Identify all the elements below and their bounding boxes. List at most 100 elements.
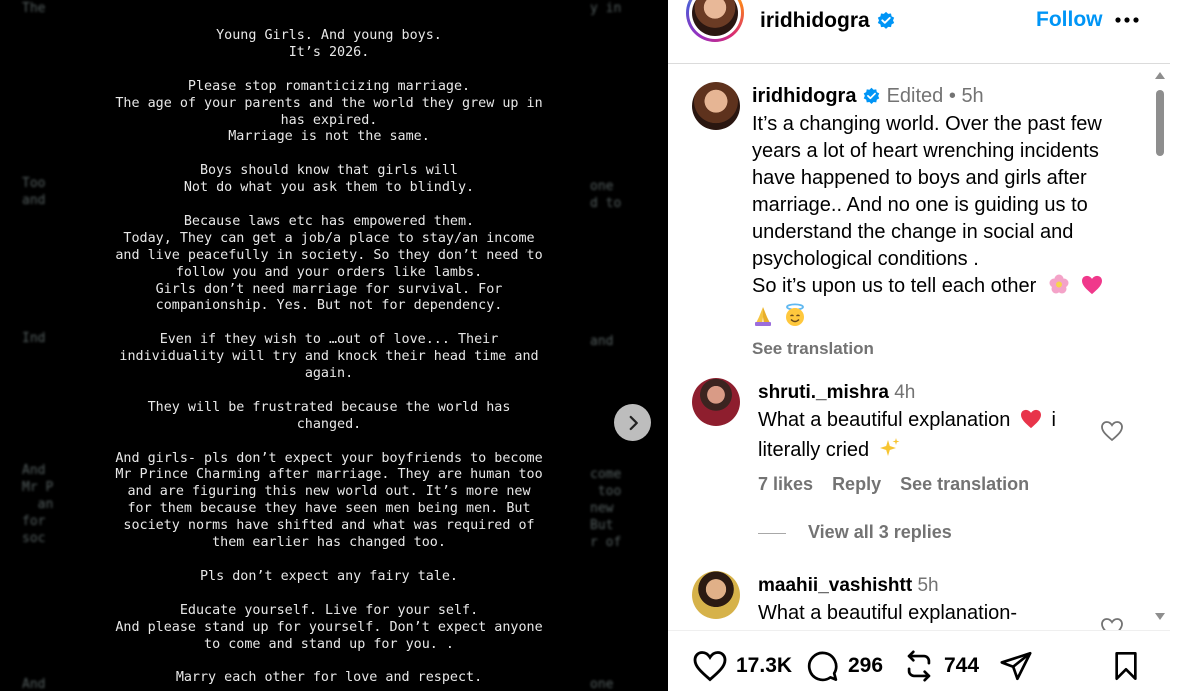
ghost-text: And xyxy=(22,677,46,691)
media-line: Because laws etc has empowered them. xyxy=(183,213,475,229)
media-stanza: Marry each other for love and respect. xyxy=(90,670,568,687)
verified-badge-icon xyxy=(877,12,894,30)
media-line: changed. xyxy=(296,416,362,432)
heart-outline-icon xyxy=(1101,618,1123,630)
like-button[interactable]: 17.3K xyxy=(692,649,792,683)
scrollbar-thumb[interactable] xyxy=(1156,90,1164,156)
save-button[interactable] xyxy=(1110,649,1142,683)
view-replies-label: View all 3 replies xyxy=(808,522,952,542)
edited-label: Edited xyxy=(886,85,944,107)
comments-count: 296 xyxy=(848,654,884,677)
media-stanza: And girls- pls don’t expect your boyfrie… xyxy=(90,451,568,552)
media-line: companionship. Yes. But not for dependen… xyxy=(155,298,503,314)
post-side-panel: iridhidogra Follow iridhidogra Edited • … xyxy=(668,0,1200,691)
media-stanza: Because laws etc has empowered them. Toda… xyxy=(90,214,568,315)
halo-emoji xyxy=(784,303,806,335)
media-stanza: Pls don’t expect any fairy tale. xyxy=(90,569,568,586)
comment-body: What a beautiful explanation xyxy=(758,409,1011,431)
chevron-right-icon xyxy=(629,415,638,430)
heart-outline-icon xyxy=(1101,421,1123,442)
profile-avatar[interactable] xyxy=(686,0,744,42)
red-heart-emoji xyxy=(1020,409,1042,437)
media-stanza: Young Girls. And young boys. It’s 2026. xyxy=(90,28,568,62)
comments-scrollbar[interactable] xyxy=(1150,64,1170,630)
verified-badge-icon xyxy=(863,88,880,105)
pray-emoji xyxy=(752,305,774,335)
comment-like-button[interactable] xyxy=(1100,617,1124,630)
media-line: Even if they wish to …out of love... The… xyxy=(159,332,499,348)
media-line: Mr Prince Charming after marriage. They … xyxy=(115,467,543,483)
pink-heart-emoji xyxy=(1081,275,1103,303)
comment-timestamp: 4h xyxy=(894,382,916,403)
comment-text: What a beautiful explanation- xyxy=(758,600,1088,627)
comment-body: What a beautiful explanation- xyxy=(758,602,1018,624)
comments-list[interactable]: iridhidogra Edited • 5h It’s a changing … xyxy=(668,64,1150,630)
media-line: It’s 2026. xyxy=(288,44,370,60)
commenter-username[interactable]: maahii_vashishtt xyxy=(758,575,912,596)
comment-actions: 7 likes Reply See translation xyxy=(758,474,1043,495)
bookmark-icon xyxy=(1115,652,1137,680)
paper-plane-icon xyxy=(1000,651,1032,681)
media-stanza: They will be frustrated because the worl… xyxy=(90,400,568,434)
media-line: to come and stand up for you. . xyxy=(204,636,454,652)
media-line: Marriage is not the same. xyxy=(228,129,430,145)
reply-button[interactable]: Reply xyxy=(832,474,881,494)
media-stanza: Educate yourself. Live for your self. And… xyxy=(90,603,568,654)
caption-text: It’s a changing world. Over the past few… xyxy=(752,111,1142,362)
media-line: Not do what you ask them to blindly. xyxy=(183,180,475,196)
media-line: for them because they have seen men bein… xyxy=(127,501,531,517)
media-stanza: Boys should know that girls will Not do w… xyxy=(90,163,568,197)
media-line: Girls don’t need marriage for survival. … xyxy=(155,281,503,297)
media-line: follow you and your orders like lambs. xyxy=(175,264,483,280)
commenter-username[interactable]: shruti._mishra xyxy=(758,382,889,403)
ghost-text: y in xyxy=(590,1,622,16)
repost-button[interactable]: 744 xyxy=(902,649,979,683)
more-options-button[interactable] xyxy=(1114,4,1140,39)
media-line: them earlier has changed too. xyxy=(212,535,446,551)
comment-like-button[interactable] xyxy=(1100,420,1124,447)
page-edge xyxy=(1170,0,1200,691)
commenter-avatar[interactable] xyxy=(692,571,740,619)
media-line: Boys should know that girls will xyxy=(200,163,458,179)
caption-body-2: So it’s upon us to tell each other xyxy=(752,275,1037,297)
header-username[interactable]: iridhidogra xyxy=(760,9,896,33)
likes-count[interactable]: 17.3K xyxy=(736,654,792,678)
see-translation-link[interactable]: See translation xyxy=(752,339,874,358)
ghost-text: and xyxy=(590,334,614,349)
caption-avatar[interactable] xyxy=(692,82,740,130)
replies-divider xyxy=(758,532,786,534)
view-replies-button[interactable]: View all 3 replies xyxy=(758,522,952,543)
media-line: and are figuring this new world out. It’… xyxy=(127,484,531,500)
post-media[interactable]: The y in Too and one d to Ind and And Mr… xyxy=(0,0,668,691)
media-line: They will be frustrated because the worl… xyxy=(147,399,511,415)
ghost-text: Too and xyxy=(22,176,46,208)
commenter-avatar[interactable] xyxy=(692,378,740,426)
caption-username[interactable]: iridhidogra xyxy=(752,85,856,107)
media-stanza: Even if they wish to …out of love... The… xyxy=(90,332,568,383)
media-line: Today, They can get a job/a place to sta… xyxy=(123,230,535,246)
post-actions-bar: 17.3K 296 744 xyxy=(668,630,1170,691)
comment-see-translation[interactable]: See translation xyxy=(900,474,1029,494)
sparkles-emoji xyxy=(879,437,901,467)
post-header: iridhidogra Follow xyxy=(668,0,1170,64)
comment-likes-count[interactable]: 7 likes xyxy=(758,474,813,494)
media-line: and live peacefully in society. So they … xyxy=(115,247,543,263)
follow-button[interactable]: Follow xyxy=(1036,8,1103,32)
media-stanza: Please stop romanticizing marriage. The a… xyxy=(90,79,568,147)
media-line: Educate yourself. Live for your self. xyxy=(179,602,479,618)
media-line: individuality will try and knock their h… xyxy=(119,349,539,365)
scroll-up-arrow-icon[interactable] xyxy=(1154,70,1166,80)
media-line: Young Girls. And young boys. xyxy=(216,28,442,43)
comment-button[interactable]: 296 xyxy=(804,649,883,683)
share-button[interactable] xyxy=(998,649,1034,683)
ghost-text: Ind xyxy=(22,331,46,346)
next-media-button[interactable] xyxy=(614,404,651,441)
ghost-text: one xyxy=(590,677,614,691)
media-line: Marry each other for love and respect. xyxy=(175,670,483,686)
caption-timestamp[interactable]: 5h xyxy=(961,85,983,107)
more-horizontal-icon xyxy=(1115,17,1139,23)
media-line: And girls- pls don’t expect your boyfrie… xyxy=(115,450,543,466)
scroll-down-arrow-icon[interactable] xyxy=(1154,612,1166,622)
media-line: Pls don’t expect any fairy tale. xyxy=(200,568,458,584)
ghost-text: one d to xyxy=(590,179,622,211)
